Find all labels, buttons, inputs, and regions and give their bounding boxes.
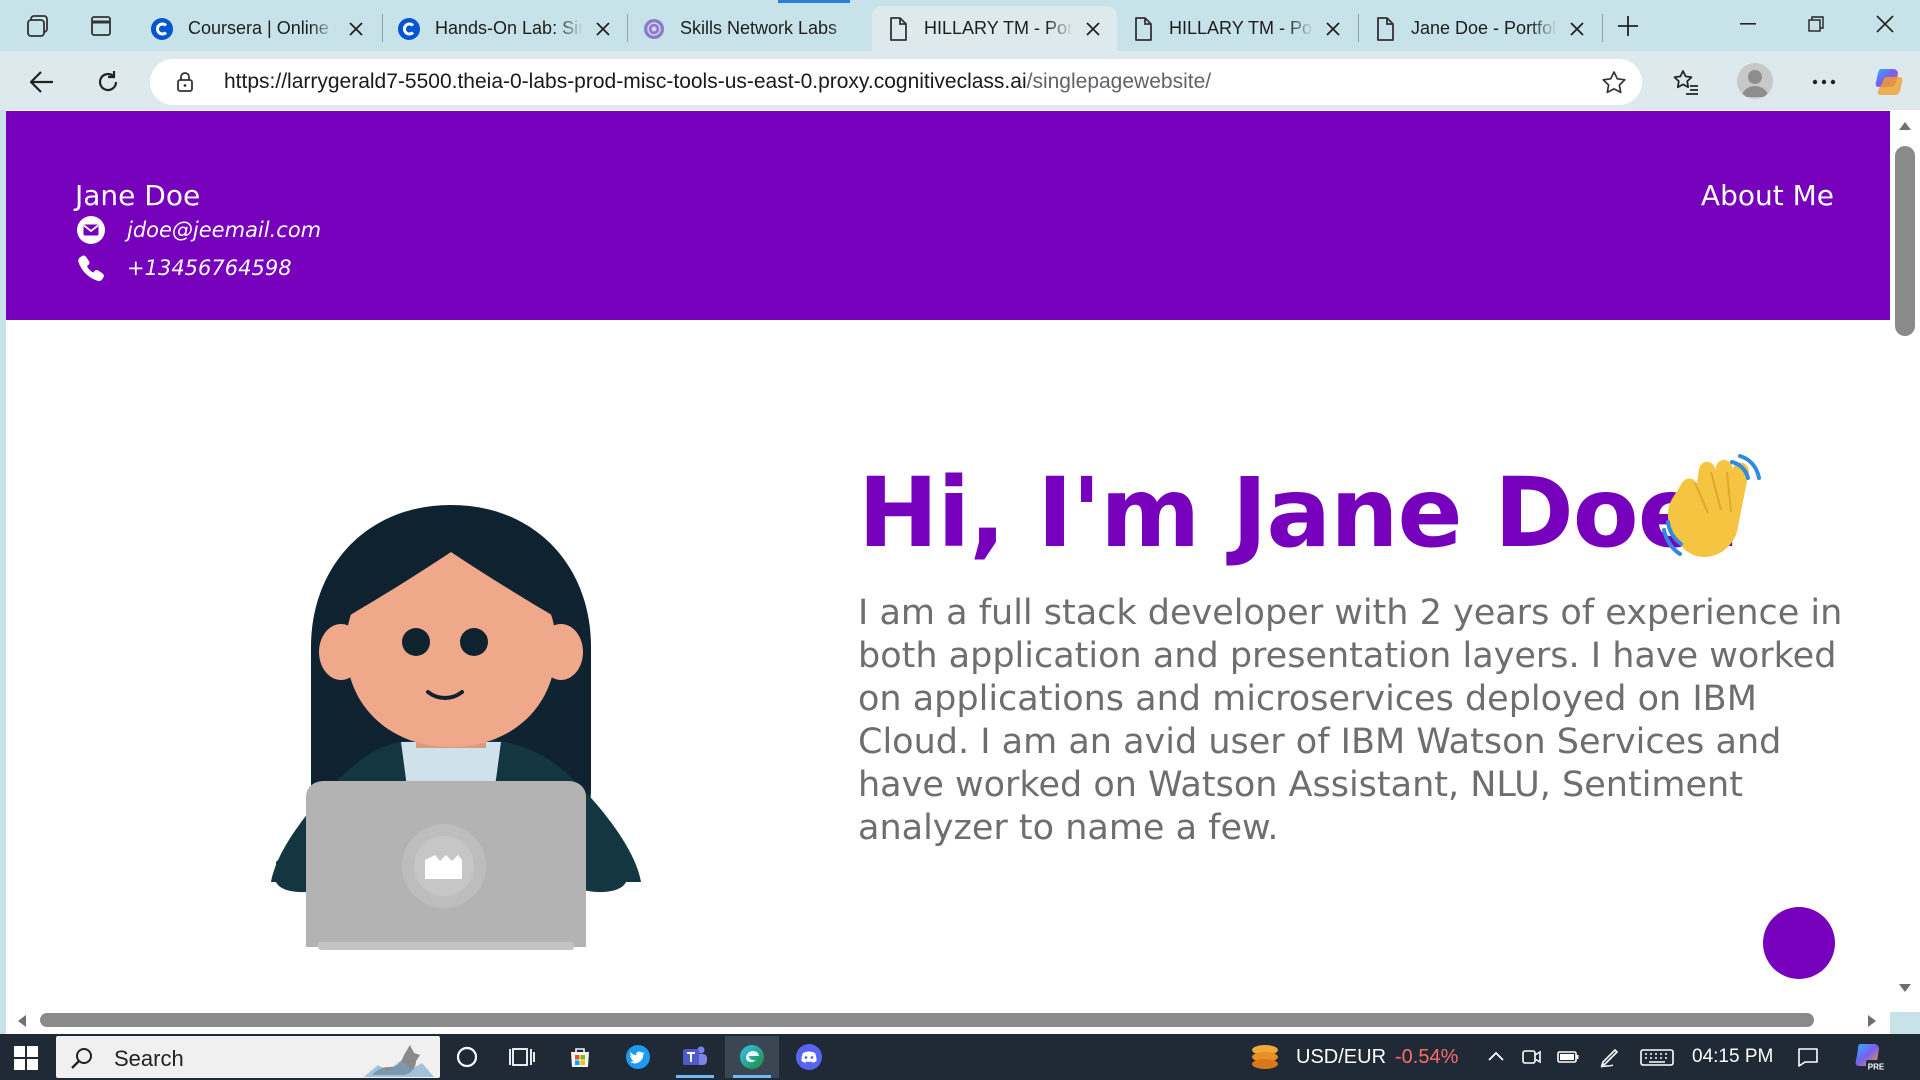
tab-coursera[interactable]: Coursera | Online Courses & Credentials … [136,6,380,51]
favorites-button[interactable] [1664,60,1708,104]
teams-icon[interactable] [668,1036,722,1078]
close-icon[interactable] [1081,17,1105,41]
tab-hillary-active[interactable]: HILLARY TM - Portfolio [872,6,1117,51]
loading-indicator [778,0,850,3]
back-button[interactable] [20,60,64,104]
waving-hand-icon [1662,454,1761,557]
chevron-up-icon[interactable] [1484,1045,1508,1069]
currency-change-value[interactable]: -0.54% [1395,1046,1458,1069]
page-icon [886,16,910,41]
phone-link[interactable]: +13456764598 [127,256,292,280]
tab-hillary[interactable]: HILLARY TM - Portfolio [1117,6,1357,51]
url-path: /singlepagewebsite/ [1026,70,1212,93]
tab-strip: Coursera | Online Courses & Credentials … [0,0,1920,51]
battery-icon[interactable] [1556,1045,1580,1069]
tab-title: HILLARY TM - Portfolio [1169,18,1313,38]
url-text[interactable]: https://larrygerald7-5500.theia-0-labs-p… [224,70,1211,94]
currency-pair-label[interactable]: USD/EUR [1296,1046,1386,1069]
vertical-scroll-thumb[interactable] [1895,146,1915,336]
wolf-search-highlight-icon [364,1045,434,1077]
laptop-logo-icon [425,855,462,879]
task-view-icon[interactable] [495,1036,549,1078]
left-eye [402,628,430,656]
tab-title: Hands-On Lab: Single Page Website [435,18,583,38]
close-icon[interactable] [344,17,368,41]
nav-about-me-link[interactable]: About Me [1701,179,1834,212]
windows-taskbar: Search USD/EUR -0.54% 04:15 PM PRE [0,1034,1920,1080]
page-viewport: Jane Doe jdoe@jeemail.com +13456764598 A… [6,110,1890,1012]
copilot-icon[interactable] [1866,60,1910,104]
hero-title: Hi, I'm Jane Doe! [858,457,1746,569]
email-link[interactable]: jdoe@jeemail.com [127,218,321,242]
horizontal-scrollbar[interactable] [6,1008,1890,1034]
more-menu-button[interactable] [1802,60,1846,104]
email-contact: jdoe@jeemail.com [75,214,321,246]
right-eye [460,628,488,656]
task-view-circle-icon[interactable] [440,1036,494,1078]
minimize-button[interactable] [1720,0,1776,48]
laptop-base [318,942,574,950]
close-icon[interactable] [1321,17,1345,41]
currency-coins-icon[interactable] [1248,1040,1282,1074]
taskbar-search-box[interactable]: Search [56,1036,440,1078]
new-tab-button[interactable] [1610,8,1646,44]
pen-icon[interactable] [1598,1045,1622,1069]
edge-browser-icon[interactable] [725,1036,779,1078]
vertical-scrollbar[interactable] [1890,110,1920,1012]
tab-actions-icon[interactable] [83,8,119,44]
tab-title: HILLARY TM - Portfolio [924,18,1073,38]
tab-title: Coursera | Online Courses & Credentials … [188,18,336,38]
lock-icon[interactable] [174,71,196,93]
svg-text:PRE: PRE [1868,1063,1885,1072]
twitter-icon[interactable] [611,1036,665,1078]
restore-button[interactable] [1788,0,1844,48]
refresh-button[interactable] [86,60,130,104]
scroll-right-arrow[interactable] [1868,1015,1876,1027]
page-icon [1131,16,1155,41]
search-icon [71,1048,92,1069]
envelope-icon [75,214,107,246]
skills-network-icon [642,17,666,41]
favorite-star-icon[interactable] [1600,69,1628,97]
close-icon[interactable] [1565,17,1589,41]
search-placeholder: Search [114,1046,184,1071]
tab-hands-on-lab[interactable]: Hands-On Lab: Single Page Website [383,6,627,51]
page-icon [1373,16,1397,41]
close-icon[interactable] [591,17,615,41]
phone-contact: +13456764598 [75,252,292,284]
scroll-left-arrow[interactable] [18,1015,26,1027]
site-header: Jane Doe jdoe@jeemail.com +13456764598 A… [6,111,1890,320]
camera-icon[interactable] [1520,1045,1544,1069]
profile-avatar[interactable] [1737,63,1773,99]
clock-time[interactable]: 04:15 PM [1692,1046,1773,1068]
url-host: https://larrygerald7-5500.theia-0-labs-p… [224,70,1027,93]
floating-action-button[interactable] [1763,907,1835,979]
keyboard-icon[interactable] [1640,1045,1674,1069]
phone-icon [75,252,107,284]
notifications-icon[interactable] [1796,1045,1820,1069]
browser-toolbar: https://larrygerald7-5500.theia-0-labs-p… [0,51,1920,110]
tab-jane-doe[interactable]: Jane Doe - Portfolio [1359,6,1601,51]
scroll-down-arrow[interactable] [1899,984,1911,992]
tab-title: Skills Network Labs [680,18,838,38]
workspaces-icon[interactable] [20,8,56,44]
windows-start-icon[interactable] [14,1046,38,1070]
site-name: Jane Doe [75,179,201,212]
developer-illustration [271,505,641,950]
close-window-button[interactable] [1857,0,1913,48]
copilot-pre-icon[interactable]: PRE [1852,1040,1886,1074]
scroll-up-arrow[interactable] [1899,122,1911,130]
discord-icon[interactable] [782,1036,836,1078]
coursera-icon [397,17,421,41]
horizontal-scroll-thumb[interactable] [40,1013,1814,1027]
microsoft-store-icon[interactable] [553,1036,607,1078]
tab-title: Jane Doe - Portfolio [1411,18,1557,38]
tab-skills-network[interactable]: Skills Network Labs [628,6,872,51]
address-bar[interactable]: https://larrygerald7-5500.theia-0-labs-p… [150,59,1642,105]
coursera-icon [150,17,174,41]
hero-description: I am a full stack developer with 2 years… [858,593,1843,848]
tab-separator [1602,14,1603,42]
